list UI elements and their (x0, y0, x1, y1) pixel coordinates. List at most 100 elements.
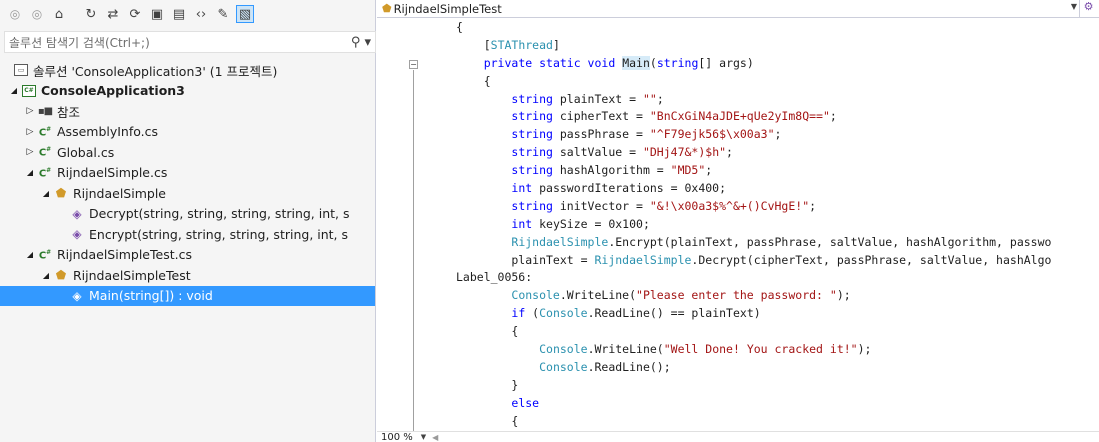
solution-explorer-panel: ◎ ◎ ⌂ ↻ ⇄ ⟳ ▣ ▤ ‹› ✎ ▧ 솔루션 탐색기 검색(Ctrl+;… (0, 0, 376, 442)
code-line[interactable]: else (456, 395, 1099, 413)
code-line[interactable]: { (456, 73, 1099, 91)
code-line[interactable]: { (456, 19, 1099, 37)
code-line[interactable]: { (456, 323, 1099, 341)
history-icon[interactable]: ↻ (82, 5, 100, 23)
code-token: STAThread (490, 37, 553, 52)
collapsed-triangle-icon[interactable]: ▷ (24, 147, 36, 157)
code-token: int (511, 216, 533, 231)
code-token: int (511, 181, 533, 196)
code-line[interactable]: private static void Main(string[] args) (456, 55, 1099, 73)
collapse-region-icon[interactable]: − (409, 60, 418, 69)
tree-item[interactable]: ▷ C# Global.cs (0, 142, 375, 163)
tree-item[interactable]: ◈ Main(string[]) : void (0, 285, 375, 306)
show-all-files-icon[interactable]: ▤ (170, 5, 188, 23)
collapsed-triangle-icon[interactable]: ▷ (24, 106, 36, 116)
code-token: .WriteLine( (587, 342, 664, 357)
forward-icon[interactable]: ◎ (28, 5, 46, 23)
code-token: plainText = (456, 252, 595, 267)
search-input[interactable]: 솔루션 탐색기 검색(Ctrl+;) (9, 34, 150, 51)
properties-icon[interactable]: ✎ (214, 5, 232, 23)
tree-item[interactable]: ◢ ⬟ RijndaelSimple (0, 183, 375, 204)
expanded-triangle-icon[interactable]: ◢ (40, 189, 52, 198)
code-token: plainText = (552, 91, 643, 106)
code-line[interactable]: string cipherText = "BnCxGiN4aJDE+qUe2yI… (456, 108, 1099, 126)
tree-item-label: RijndaelSimple (73, 185, 166, 201)
code-token: ( (525, 306, 540, 321)
expanded-triangle-icon[interactable]: ◢ (8, 86, 20, 95)
code-line[interactable]: Console.WriteLine("Please enter the pass… (456, 287, 1099, 305)
code-line[interactable]: plainText = RijndaelSimple.Decrypt(ciphe… (456, 252, 1099, 270)
home-icon[interactable]: ⌂ (50, 5, 68, 23)
code-token: { (456, 20, 463, 34)
code-line[interactable]: string passPhrase = "^F79ejk56$\x00a3"; (456, 126, 1099, 144)
code-token: string (511, 145, 553, 160)
code-line[interactable]: } (456, 377, 1099, 395)
member-dropdown-icon[interactable]: ⚙ (1079, 0, 1097, 17)
code-line[interactable]: RijndaelSimple.Encrypt(plainText, passPh… (456, 234, 1099, 252)
code-line[interactable]: if (Console.ReadLine() == plainText) (456, 305, 1099, 323)
tree-item[interactable]: ▷ ▪■ 참조 (0, 101, 375, 122)
collapsed-triangle-icon[interactable]: ▷ (24, 127, 36, 137)
tree-item[interactable]: ◈ Encrypt(string, string, string, string,… (0, 224, 375, 245)
code-line[interactable]: [STAThread] (456, 37, 1099, 55)
code-token: "BnCxGiN4aJDE+qUe2yIm8Q==" (649, 109, 830, 124)
code-line[interactable]: string saltValue = "DHj47&*)$h"; (456, 144, 1099, 162)
view-code-icon[interactable]: ‹› (192, 5, 210, 23)
csharp-file-icon: C# (38, 125, 52, 138)
code-line[interactable]: int passwordIterations = 0x400; (456, 180, 1099, 198)
code-line[interactable]: string hashAlgorithm = "MD5"; (456, 162, 1099, 180)
class-dropdown[interactable]: RijndaelSimpleTest (394, 2, 502, 16)
code-line[interactable]: Console.ReadLine(); (456, 359, 1099, 377)
tree-item[interactable]: ◢ C# RijndaelSimpleTest.cs (0, 245, 375, 266)
code-area[interactable]: { [STAThread] private static void Main(s… (456, 19, 1099, 432)
tree-item[interactable]: ◈ Decrypt(string, string, string, string,… (0, 204, 375, 225)
csharp-file-icon: C# (38, 166, 52, 179)
class-icon: ⬟ (55, 186, 67, 201)
code-token: Console (511, 288, 560, 303)
code-token: Main (622, 55, 650, 70)
tree-item-label: Main(string[]) : void (89, 288, 213, 304)
tree-item[interactable]: ◢ C# RijndaelSimple.cs (0, 163, 375, 184)
refresh-icon[interactable]: ⟳ (126, 5, 144, 23)
tree-item[interactable]: ▭ 솔루션 'ConsoleApplication3' (1 프로젝트) (0, 60, 375, 81)
code-line[interactable]: string initVector = "&!\x00a3$%^&+()CvHg… (456, 198, 1099, 216)
expanded-triangle-icon[interactable]: ◢ (40, 271, 52, 280)
solution-search-box[interactable]: 솔루션 탐색기 검색(Ctrl+;) ⚲ ▾ (4, 31, 376, 53)
code-token: if (511, 306, 526, 321)
expanded-triangle-icon[interactable]: ◢ (24, 168, 36, 177)
code-token: string (511, 91, 553, 106)
tree-item-label: RijndaelSimpleTest (73, 267, 191, 283)
tree-item[interactable]: ▷ C# AssemblyInfo.cs (0, 122, 375, 143)
search-icon[interactable]: ⚲ ▾ (351, 35, 371, 50)
code-line[interactable]: int keySize = 0x100; (456, 216, 1099, 234)
solution-explorer-toolbar: ◎ ◎ ⌂ ↻ ⇄ ⟳ ▣ ▤ ‹› ✎ ▧ (0, 0, 375, 28)
code-line[interactable]: string plainText = ""; (456, 91, 1099, 109)
tree-item[interactable]: ◢ ⬟ RijndaelSimpleTest (0, 265, 375, 286)
tree-item[interactable]: ◢ C# ConsoleApplication3 (0, 81, 375, 102)
code-line[interactable]: Label_0056: (456, 269, 1099, 287)
code-line[interactable]: Console.WriteLine("Well Done! You cracke… (456, 341, 1099, 359)
code-token: passwordIterations = 0x400; (532, 181, 727, 196)
zoom-level[interactable]: 100 % (381, 432, 413, 442)
code-token: ( (649, 55, 657, 70)
back-icon[interactable]: ◎ (6, 5, 24, 23)
chevron-down-icon[interactable]: ▼ (1071, 2, 1077, 11)
code-line[interactable]: { (456, 413, 1099, 431)
collapse-all-icon[interactable]: ▣ (148, 5, 166, 23)
scroll-left-icon[interactable]: ◀ (432, 433, 438, 442)
chevron-down-icon[interactable]: ▼ (421, 433, 426, 441)
code-token: passPhrase = (552, 127, 650, 142)
code-token: } (456, 377, 519, 392)
expanded-triangle-icon[interactable]: ◢ (24, 250, 36, 259)
code-token: { (456, 413, 519, 428)
code-token: Label_0056: (456, 270, 533, 285)
code-token: Console (539, 359, 588, 374)
code-token: string (511, 198, 553, 213)
code-token: hashAlgorithm = (552, 163, 671, 178)
preview-icon[interactable]: ▧ (236, 5, 254, 23)
sync-icon[interactable]: ⇄ (104, 5, 122, 23)
